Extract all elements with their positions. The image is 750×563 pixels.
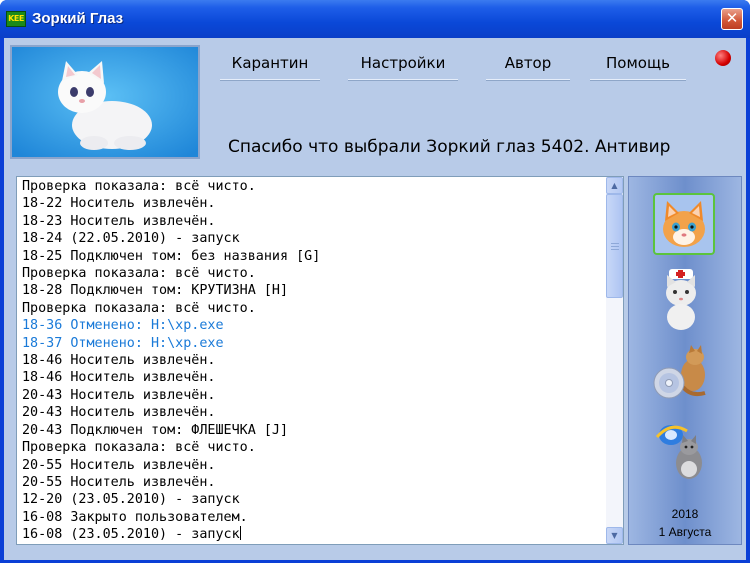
marquee-text: Спасибо что выбрали Зоркий глаз 5402. Ан… (228, 137, 671, 157)
log-line: Проверка показала: всё чисто. (22, 179, 256, 194)
banner-cat-image (10, 45, 200, 159)
app-logo-icon: KEE (6, 11, 26, 27)
log-line: 20-43 Подключен том: ФЛЕШЕЧКА [J] (22, 422, 289, 438)
title-bar[interactable]: KEE Зоркий Глаз ✕ (0, 0, 750, 38)
grip-line (611, 246, 619, 247)
white-kitten-picture (12, 47, 198, 157)
log-line: 18-23 Носитель извлечён. (22, 213, 216, 229)
log-lines: Проверка показала: всё чисто. 18-22 Носит… (22, 178, 604, 544)
app-window: KEE Зоркий Глаз ✕ Карантин Настройки Авт… (0, 0, 750, 563)
log-line: 16-08 (23.05.2010) - запуск (22, 526, 241, 543)
log-line: 20-43 Носитель извлечён. (22, 405, 216, 421)
log-line: 18-37 Отменено: H:\xp.exe (22, 335, 224, 351)
doctor-cat-icon[interactable] (649, 265, 715, 331)
scroll-down-arrow-icon[interactable]: ▼ (606, 527, 623, 544)
text-caret (239, 526, 241, 541)
log-line: 16-08 Закрыто пользователем. (22, 509, 248, 525)
log-line: 12-20 (23.05.2010) - запуск (22, 492, 240, 508)
kitten-face-icon[interactable] (653, 193, 715, 255)
log-line: 18-22 Носитель извлечён. (22, 196, 216, 212)
window-title: Зоркий Глаз (32, 10, 124, 27)
log-line: 18-36 Отменено: H:\xp.exe (22, 318, 224, 334)
log-line: 20-43 Носитель извлечён. (22, 387, 216, 403)
client-area: Карантин Настройки Автор Помощь Спасибо … (4, 38, 746, 560)
cat-with-disc-icon[interactable] (649, 341, 715, 407)
log-line: 18-25 Подключен том: без названия [G] (22, 248, 321, 264)
log-line: Проверка показала: всё чисто. (22, 440, 256, 456)
side-panel: 2018 1 Августа (628, 176, 742, 545)
grip-line (611, 243, 619, 244)
log-line: 18-28 Подключен том: КРУТИЗНА [H] (22, 283, 289, 299)
log-line: 18-46 Носитель извлечён. (22, 370, 216, 386)
menu-settings[interactable]: Настройки (348, 52, 458, 81)
date-year: 2018 (671, 507, 699, 521)
log-line: Проверка показала: всё чисто. (22, 266, 256, 282)
log-line: 18-46 Носитель извлечён. (22, 353, 216, 369)
log-line: 20-55 Носитель извлечён. (22, 457, 216, 473)
vertical-scrollbar[interactable]: ▲ ▼ (606, 177, 623, 544)
scroll-thumb[interactable] (606, 194, 623, 298)
red-status-dot-icon[interactable] (715, 50, 731, 66)
scroll-up-arrow-icon[interactable]: ▲ (606, 177, 623, 194)
menu-quarantine[interactable]: Карантин (220, 52, 320, 81)
close-button[interactable]: ✕ (721, 8, 743, 30)
date-day: 1 Августа (658, 525, 712, 539)
log-line: Проверка показала: всё чисто. (22, 300, 256, 316)
menu-help[interactable]: Помощь (590, 52, 686, 81)
event-log[interactable]: Проверка показала: всё чисто. 18-22 Носит… (16, 176, 624, 545)
grip-line (611, 249, 619, 250)
cat-with-internet-explorer-icon[interactable] (649, 419, 715, 485)
log-line: 20-55 Носитель извлечён. (22, 474, 216, 490)
log-line: 18-24 (22.05.2010) - запуск (22, 231, 240, 247)
menu-author[interactable]: Автор (486, 52, 570, 81)
